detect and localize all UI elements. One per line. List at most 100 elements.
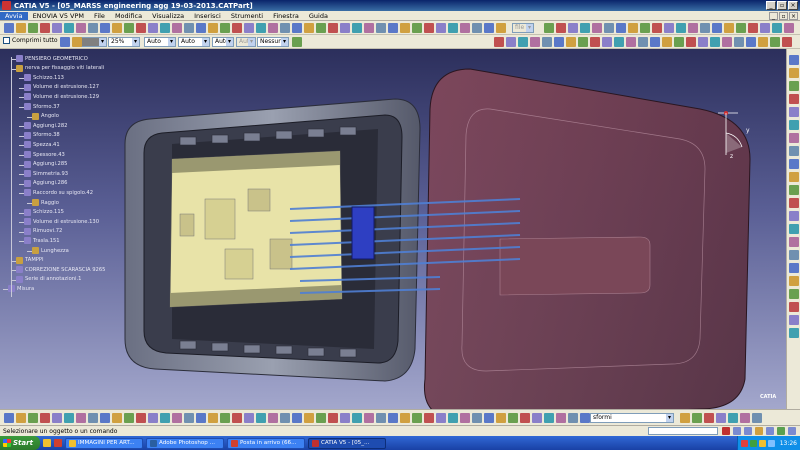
bottom-toolbar-tool-icon-19[interactable] [220,413,230,423]
tree-node[interactable]: Raggio [32,199,59,206]
tree-node[interactable]: Rimuovi.72 [24,227,62,235]
toolrow1-tool-icon-62[interactable] [772,23,782,33]
toolrow1-tool-icon-2[interactable] [16,23,26,33]
bottom-toolbar-tool-icon-55[interactable] [740,413,750,423]
toolrow2-tool-icon-14[interactable] [614,37,624,47]
right-tool-icon-16[interactable] [789,250,799,260]
tree-node[interactable]: Simmetria.93 [24,170,68,178]
toolrow1-tool-icon-49[interactable] [616,23,626,33]
line-type-combo[interactable]: Auto [178,37,210,47]
status-tool-icon-5[interactable] [777,427,785,435]
doc-close-icon[interactable]: × [789,11,798,20]
toolrow1-tool-icon-22[interactable] [256,23,266,33]
bottom-toolbar-tool-icon-7[interactable] [76,413,86,423]
toolrow1-tool-icon-59[interactable] [736,23,746,33]
menu-finestra[interactable]: Finestra [268,12,304,20]
toolrow1-tool-icon-36[interactable] [424,23,434,33]
right-tool-icon-11[interactable] [789,185,799,195]
tree-node[interactable]: Volume di estrusione.129 [24,93,99,101]
toolrow1-tool-icon-25[interactable] [292,23,302,33]
toolrow1-tool-icon-14[interactable] [160,23,170,33]
checkbox-box[interactable] [3,37,10,44]
bottom-toolbar-tool-icon-25[interactable] [292,413,302,423]
catia-app-icon[interactable] [2,1,11,10]
bottom-toolbar-tool-icon-20[interactable] [232,413,242,423]
menu-inserisci[interactable]: Inserisci [189,12,226,20]
tray-alert-icon[interactable] [758,439,766,447]
toolrow2-tool-icon-21[interactable] [698,37,708,47]
quicklaunch-browser-icon[interactable] [54,439,62,447]
bottom-toolbar-tool-icon-22[interactable] [256,413,266,423]
bottom-toolbar-tool-icon-29[interactable] [340,413,350,423]
toolrow1-tool-icon-55[interactable] [688,23,698,33]
right-tool-icon-5[interactable] [789,107,799,117]
toolrow2-tool-icon-4[interactable] [494,37,504,47]
toolrow1-tool-icon-11[interactable] [124,23,134,33]
toolrow1-tool-icon-61[interactable] [760,23,770,33]
comprimi-tutto-checkbox[interactable]: Comprimi tutto [3,37,58,44]
toolrow2-tool-icon-8[interactable] [542,37,552,47]
toolrow1-tool-icon-4[interactable] [40,23,50,33]
bottom-toolbar-tool-icon-42[interactable] [496,413,506,423]
tree-node[interactable]: Aggiungi.285 [24,160,67,168]
toolrow1-tool-icon-33[interactable] [388,23,398,33]
toolrow1-tool-icon-48[interactable] [604,23,614,33]
toolrow1-tool-icon-21[interactable] [244,23,254,33]
toolrow1-tool-icon-30[interactable] [352,23,362,33]
toolrow2-tool-icon-20[interactable] [686,37,696,47]
toolrow1-tool-icon-50[interactable] [628,23,638,33]
toolrow2-tool-icon-12[interactable] [590,37,600,47]
right-tool-icon-21[interactable] [789,315,799,325]
bottom-toolbar-tool-icon-38[interactable] [448,413,458,423]
command-input[interactable] [648,427,718,435]
start-button[interactable]: Start [0,436,40,450]
toolrow1-tool-icon-26[interactable] [304,23,314,33]
menu-enovia[interactable]: ENOVIA V5 VPM [28,12,89,20]
toolrow1-tool-icon-17[interactable] [196,23,206,33]
bottom-toolbar-tool-icon-12[interactable] [136,413,146,423]
toolrow2-tool-icon-1[interactable] [60,37,70,47]
toolrow1-tool-icon-7[interactable] [76,23,86,33]
tree-node[interactable]: Volume di estrusione.127 [24,83,99,91]
bottom-toolbar-tool-icon-6[interactable] [64,413,74,423]
tree-node[interactable]: TAMPPI [16,256,44,264]
right-tool-icon-19[interactable] [789,289,799,299]
toolrow2-tool-icon-13[interactable] [602,37,612,47]
toolrow1-tool-icon-47[interactable] [592,23,602,33]
toolrow1-tool-icon-27[interactable] [316,23,326,33]
tree-node[interactable]: Sformo.38 [24,131,60,139]
point-type-combo[interactable]: Auto [212,37,234,47]
toolrow1-tool-icon-32[interactable] [376,23,386,33]
toolrow1-tool-icon-29[interactable] [340,23,350,33]
menu-avvia[interactable]: Avvia [0,11,28,20]
bottom-toolbar-tool-icon-46[interactable] [544,413,554,423]
bottom-toolbar-tool-icon-17[interactable] [196,413,206,423]
right-tool-icon-6[interactable] [789,120,799,130]
bottom-toolbar-tool-icon-41[interactable] [484,413,494,423]
tree-node[interactable]: Spessore.43 [24,151,65,158]
bottom-toolbar-tool-icon-18[interactable] [208,413,218,423]
tree-node[interactable]: Spezza.41 [24,141,60,149]
bottom-toolbar-tool-icon-33[interactable] [388,413,398,423]
toolrow2-tool-icon-11[interactable] [578,37,588,47]
bottom-toolbar-tool-icon-53[interactable] [716,413,726,423]
toolrow2-tool-icon-23[interactable] [722,37,732,47]
taskbar-task[interactable]: CATIA V5 - [05_... [308,437,386,449]
bottom-toolbar-tool-icon-30[interactable] [352,413,362,423]
tree-node[interactable]: Serie di annotazioni.1 [16,275,81,283]
toolrow1-tool-icon-51[interactable] [640,23,650,33]
bottom-toolbar-tool-icon-8[interactable] [88,413,98,423]
toolrow1-tool-icon-37[interactable] [436,23,446,33]
layer-combo[interactable]: Nessuno [257,37,289,47]
toolrow1-tool-icon-16[interactable] [184,23,194,33]
right-tool-icon-1[interactable] [789,55,799,65]
bottom-toolbar-tool-icon-23[interactable] [268,413,278,423]
toolrow1-tool-icon-12[interactable] [136,23,146,33]
toolrow2-tool-icon-5[interactable] [506,37,516,47]
status-tool-icon-3[interactable] [755,427,763,435]
status-tool-icon-2[interactable] [744,427,752,435]
bottom-toolbar-tool-icon-40[interactable] [472,413,482,423]
3d-viewport[interactable]: PENSIERO GEOMETRICO nerva per fissaggio v… [0,49,786,409]
toolrow2-tool-icon-2[interactable] [72,37,82,47]
tray-clock[interactable]: 13:26 [780,440,797,447]
